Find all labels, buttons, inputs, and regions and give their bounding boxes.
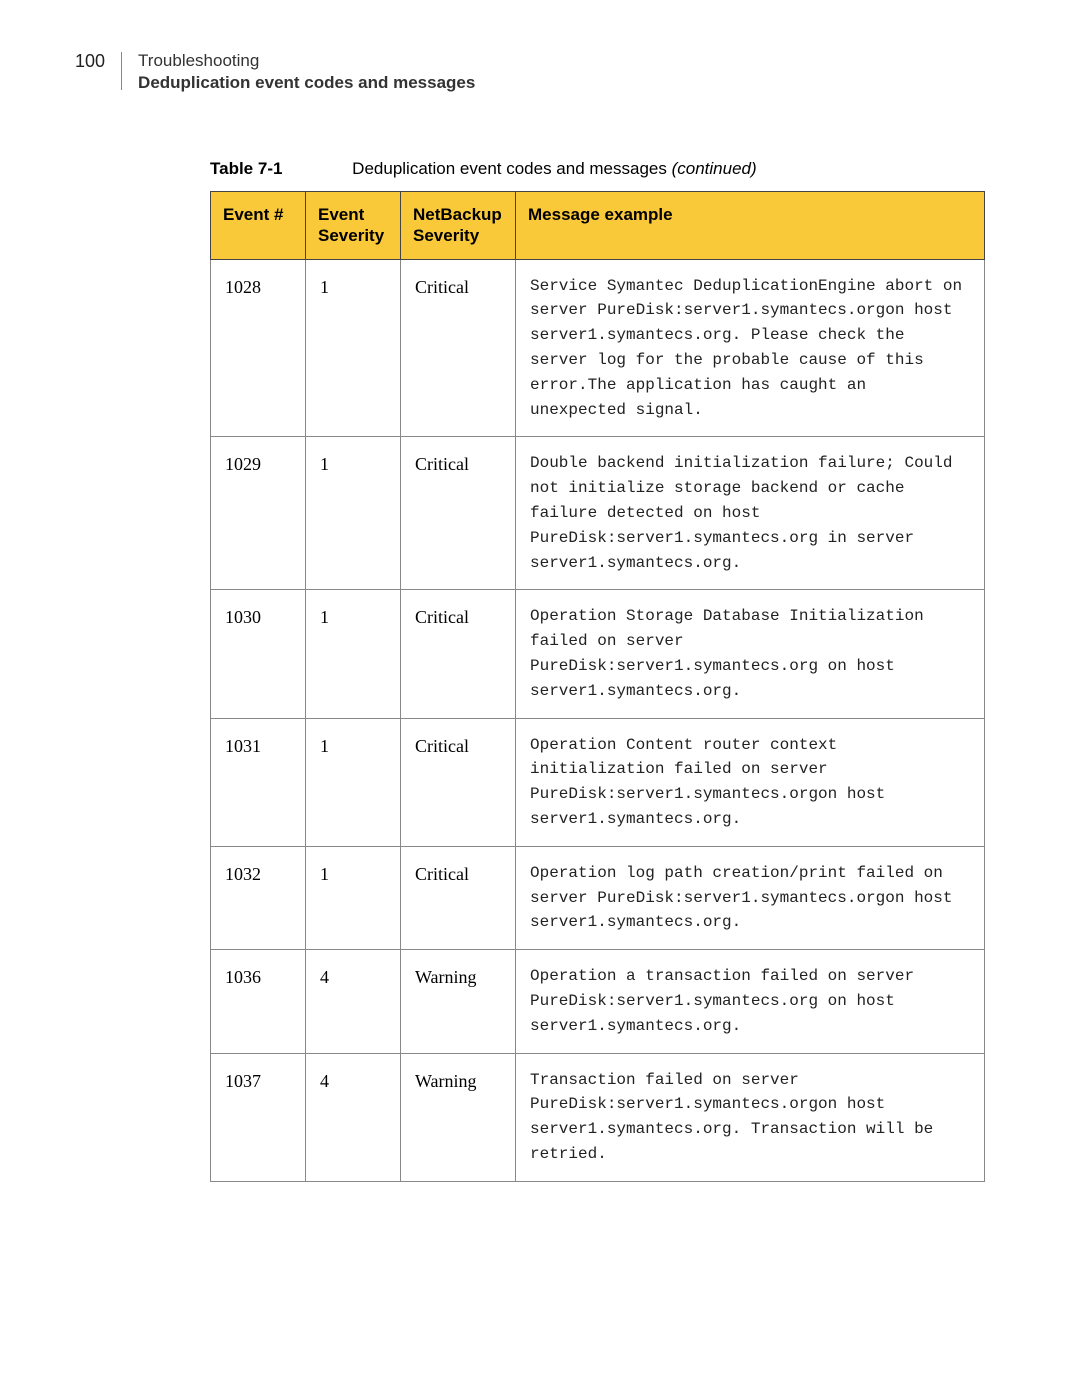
- events-table: Event # Event Severity NetBackup Severit…: [210, 191, 985, 1182]
- cell-netbackup-severity: Critical: [401, 718, 516, 846]
- table-label: Table 7-1: [210, 159, 282, 178]
- cell-event: 1032: [211, 846, 306, 949]
- cell-netbackup-severity: Critical: [401, 259, 516, 437]
- table-row: 1029 1 Critical Double backend initializ…: [211, 437, 985, 590]
- cell-event: 1036: [211, 950, 306, 1053]
- header-divider: [121, 52, 122, 90]
- col-header-event: Event #: [211, 192, 306, 260]
- table-row: 1037 4 Warning Transaction failed on ser…: [211, 1053, 985, 1181]
- cell-event: 1029: [211, 437, 306, 590]
- table-caption-continued: (continued): [672, 159, 757, 178]
- table-header-row: Event # Event Severity NetBackup Severit…: [211, 192, 985, 260]
- table-row: 1030 1 Critical Operation Storage Databa…: [211, 590, 985, 718]
- cell-message: Operation Content router context initial…: [516, 718, 985, 846]
- cell-event-severity: 1: [306, 437, 401, 590]
- table-caption: Table 7-1 Deduplication event codes and …: [210, 159, 985, 179]
- col-header-event-severity: Event Severity: [306, 192, 401, 260]
- header-text: Troubleshooting Deduplication event code…: [138, 50, 475, 94]
- page-header: 100 Troubleshooting Deduplication event …: [75, 50, 985, 94]
- cell-event-severity: 4: [306, 1053, 401, 1181]
- header-section: Troubleshooting: [138, 50, 475, 72]
- col-header-netbackup-severity: NetBackup Severity: [401, 192, 516, 260]
- cell-event-severity: 1: [306, 718, 401, 846]
- cell-netbackup-severity: Warning: [401, 1053, 516, 1181]
- cell-netbackup-severity: Warning: [401, 950, 516, 1053]
- col-header-message: Message example: [516, 192, 985, 260]
- cell-event: 1030: [211, 590, 306, 718]
- cell-event-severity: 4: [306, 950, 401, 1053]
- cell-event: 1031: [211, 718, 306, 846]
- table-row: 1032 1 Critical Operation log path creat…: [211, 846, 985, 949]
- cell-event-severity: 1: [306, 259, 401, 437]
- cell-message: Double backend initialization failure; C…: [516, 437, 985, 590]
- cell-message: Operation Storage Database Initializatio…: [516, 590, 985, 718]
- table-container: Table 7-1 Deduplication event codes and …: [210, 159, 985, 1182]
- cell-message: Service Symantec DeduplicationEngine abo…: [516, 259, 985, 437]
- table-row: 1028 1 Critical Service Symantec Dedupli…: [211, 259, 985, 437]
- cell-event-severity: 1: [306, 590, 401, 718]
- page-number: 100: [75, 50, 105, 72]
- header-subsection: Deduplication event codes and messages: [138, 72, 475, 94]
- cell-message: Transaction failed on server PureDisk:se…: [516, 1053, 985, 1181]
- cell-netbackup-severity: Critical: [401, 846, 516, 949]
- cell-message: Operation a transaction failed on server…: [516, 950, 985, 1053]
- table-caption-text: Deduplication event codes and messages (…: [352, 159, 757, 178]
- table-row: 1036 4 Warning Operation a transaction f…: [211, 950, 985, 1053]
- cell-event: 1028: [211, 259, 306, 437]
- cell-event-severity: 1: [306, 846, 401, 949]
- table-row: 1031 1 Critical Operation Content router…: [211, 718, 985, 846]
- cell-netbackup-severity: Critical: [401, 590, 516, 718]
- cell-netbackup-severity: Critical: [401, 437, 516, 590]
- cell-message: Operation log path creation/print failed…: [516, 846, 985, 949]
- cell-event: 1037: [211, 1053, 306, 1181]
